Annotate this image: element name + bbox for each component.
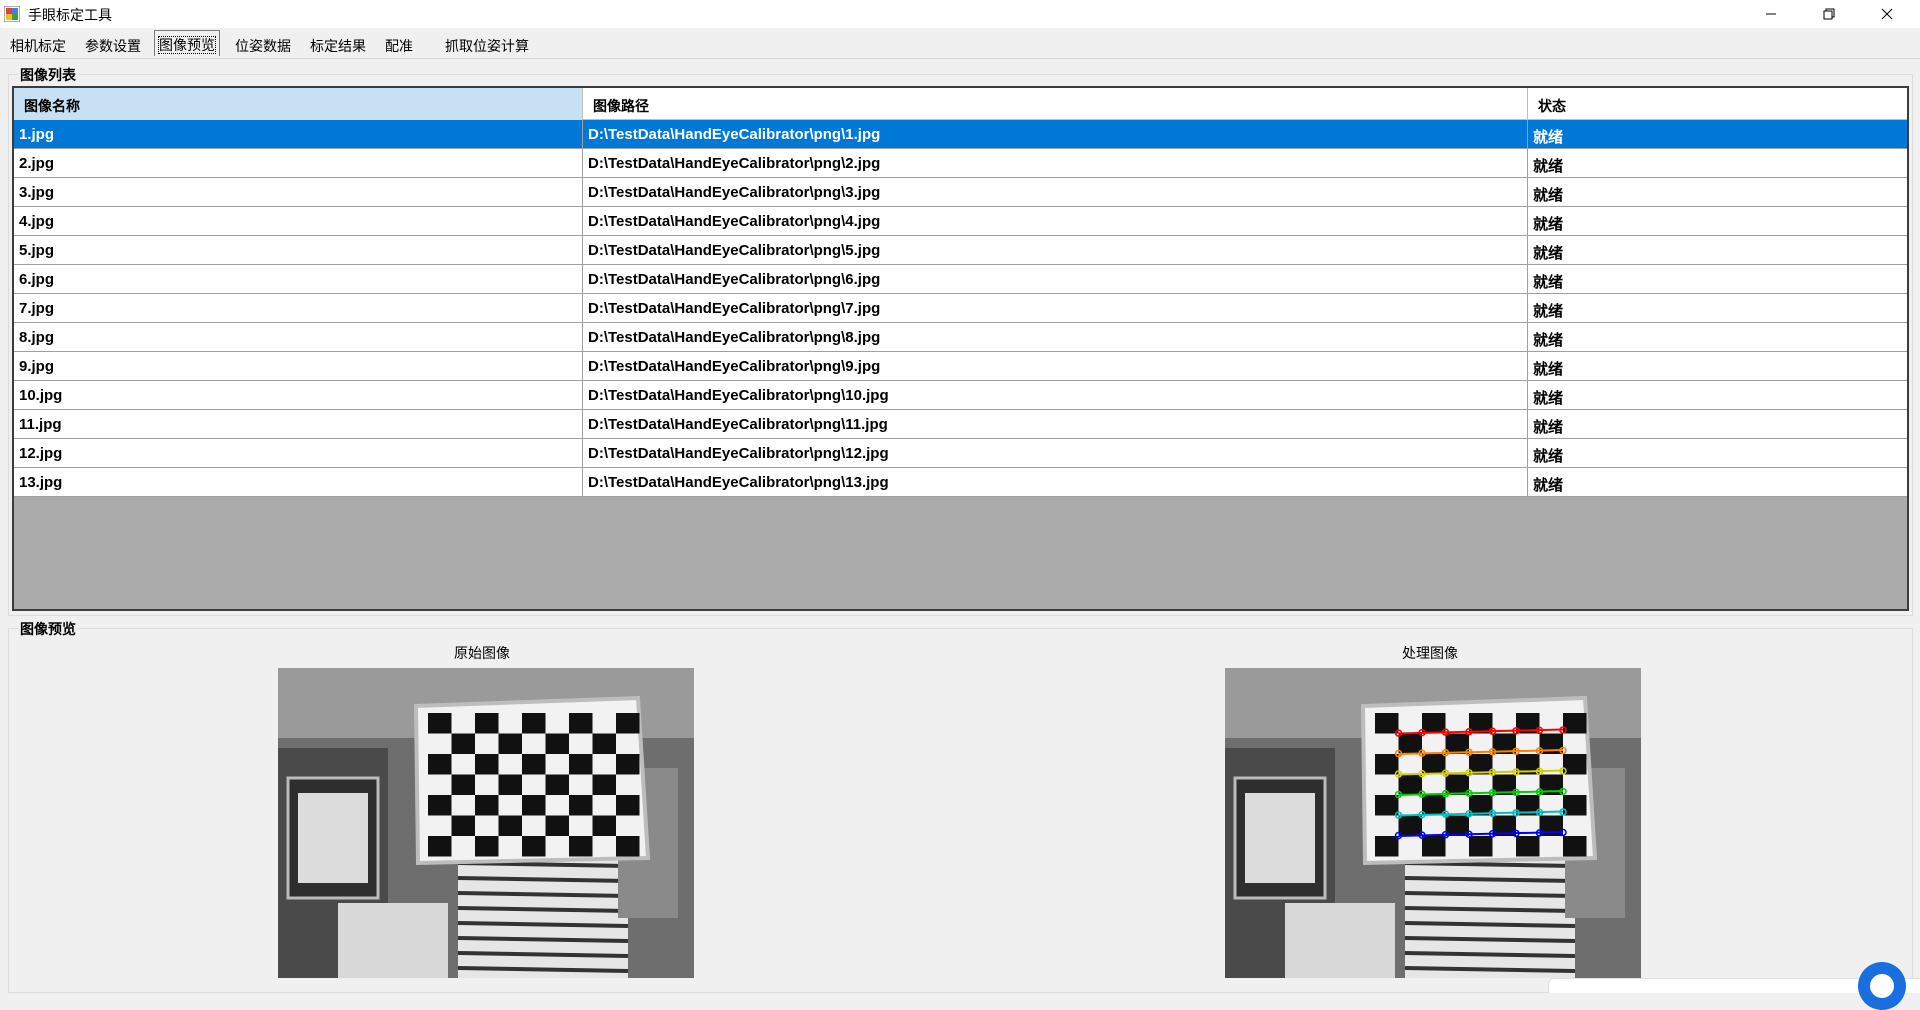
table-header: 图像名称 图像路径 状态 [14,88,1907,120]
original-image [278,668,694,978]
cell-image-path[interactable]: D:\TestData\HandEyeCalibrator\png\9.jpg [583,352,1528,380]
cell-status[interactable]: 就绪 [1528,439,1907,467]
cell-image-name[interactable]: 1.jpg [14,120,583,148]
cell-image-path[interactable]: D:\TestData\HandEyeCalibrator\png\3.jpg [583,178,1528,206]
cell-image-name[interactable]: 8.jpg [14,323,583,351]
table-row[interactable]: 3.jpg D:\TestData\HandEyeCalibrator\png\3… [14,178,1907,207]
close-icon [1881,8,1893,20]
tab-registration[interactable]: 配准 [381,32,417,56]
maximize-button[interactable] [1800,0,1858,28]
cell-status[interactable]: 就绪 [1528,410,1907,438]
table-row[interactable]: 4.jpg D:\TestData\HandEyeCalibrator\png\4… [14,207,1907,236]
table-row[interactable]: 5.jpg D:\TestData\HandEyeCalibrator\png\5… [14,236,1907,265]
cell-image-path[interactable]: D:\TestData\HandEyeCalibrator\png\8.jpg [583,323,1528,351]
column-header-name[interactable]: 图像名称 [14,88,583,120]
processed-image-label: 处理图像 [1402,645,1458,661]
main-window: 手眼标定工具 相机标定 参数设置 图像预览 位姿数据 标定结果 配准 抓取位姿计… [0,0,1920,1010]
close-button[interactable] [1858,0,1916,28]
cell-status[interactable]: 就绪 [1528,352,1907,380]
cell-status[interactable]: 就绪 [1528,468,1907,496]
window-title: 手眼标定工具 [28,7,112,23]
tab-calibration-result[interactable]: 标定结果 [306,32,370,56]
table-row[interactable]: 2.jpg D:\TestData\HandEyeCalibrator\png\2… [14,149,1907,178]
cell-image-name[interactable]: 10.jpg [14,381,583,409]
cell-image-path[interactable]: D:\TestData\HandEyeCalibrator\png\7.jpg [583,294,1528,322]
title-bar: 手眼标定工具 [0,0,1920,28]
restore-icon [1823,8,1835,20]
assistant-icon [1870,974,1894,998]
cell-image-name[interactable]: 5.jpg [14,236,583,264]
tab-parameter-settings[interactable]: 参数设置 [81,32,145,56]
tab-grasp-pose[interactable]: 抓取位姿计算 [441,32,533,56]
cell-status[interactable]: 就绪 [1528,120,1907,148]
cell-status[interactable]: 就绪 [1528,265,1907,293]
cell-image-path[interactable]: D:\TestData\HandEyeCalibrator\png\10.jpg [583,381,1528,409]
cell-image-path[interactable]: D:\TestData\HandEyeCalibrator\png\11.jpg [583,410,1528,438]
cell-status[interactable]: 就绪 [1528,178,1907,206]
image-list-title: 图像列表 [18,65,78,85]
original-image-label: 原始图像 [454,645,510,661]
table-row[interactable]: 1.jpg D:\TestData\HandEyeCalibrator\png\1… [14,120,1907,149]
column-header-path[interactable]: 图像路径 [583,88,1528,120]
cell-image-path[interactable]: D:\TestData\HandEyeCalibrator\png\6.jpg [583,265,1528,293]
table-row[interactable]: 8.jpg D:\TestData\HandEyeCalibrator\png\8… [14,323,1907,352]
minimize-button[interactable] [1742,0,1800,28]
table-row[interactable]: 11.jpg D:\TestData\HandEyeCalibrator\png\… [14,410,1907,439]
cell-status[interactable]: 就绪 [1528,381,1907,409]
cell-status[interactable]: 就绪 [1528,323,1907,351]
cell-image-name[interactable]: 7.jpg [14,294,583,322]
cell-image-name[interactable]: 9.jpg [14,352,583,380]
tab-image-preview[interactable]: 图像预览 [154,30,220,56]
cell-image-name[interactable]: 4.jpg [14,207,583,235]
table-row[interactable]: 6.jpg D:\TestData\HandEyeCalibrator\png\6… [14,265,1907,294]
table-row[interactable]: 13.jpg D:\TestData\HandEyeCalibrator\png\… [14,468,1907,497]
app-icon [3,5,21,23]
cell-image-path[interactable]: D:\TestData\HandEyeCalibrator\png\2.jpg [583,149,1528,177]
cell-image-path[interactable]: D:\TestData\HandEyeCalibrator\png\5.jpg [583,236,1528,264]
tab-pose-data[interactable]: 位姿数据 [231,32,295,56]
table-row[interactable]: 7.jpg D:\TestData\HandEyeCalibrator\png\7… [14,294,1907,323]
column-header-status[interactable]: 状态 [1528,88,1907,120]
table-row[interactable]: 10.jpg D:\TestData\HandEyeCalibrator\png\… [14,381,1907,410]
cell-status[interactable]: 就绪 [1528,236,1907,264]
cell-image-name[interactable]: 3.jpg [14,178,583,206]
cell-image-path[interactable]: D:\TestData\HandEyeCalibrator\png\13.jpg [583,468,1528,496]
cell-status[interactable]: 就绪 [1528,149,1907,177]
cell-image-name[interactable]: 11.jpg [14,410,583,438]
cell-image-name[interactable]: 12.jpg [14,439,583,467]
tab-strip: 相机标定 参数设置 图像预览 位姿数据 标定结果 配准 抓取位姿计算 [0,30,1920,58]
processed-image [1225,668,1641,978]
image-preview-title: 图像预览 [18,619,78,639]
minimize-icon [1766,13,1776,15]
table-row[interactable]: 12.jpg D:\TestData\HandEyeCalibrator\png\… [14,439,1907,468]
cell-status[interactable]: 就绪 [1528,207,1907,235]
cell-image-name[interactable]: 2.jpg [14,149,583,177]
cell-image-path[interactable]: D:\TestData\HandEyeCalibrator\png\12.jpg [583,439,1528,467]
cell-image-name[interactable]: 13.jpg [14,468,583,496]
tab-camera-calibration[interactable]: 相机标定 [6,32,70,56]
cell-image-path[interactable]: D:\TestData\HandEyeCalibrator\png\1.jpg [583,120,1528,148]
cell-image-name[interactable]: 6.jpg [14,265,583,293]
tab-divider [0,58,1920,59]
cell-image-path[interactable]: D:\TestData\HandEyeCalibrator\png\4.jpg [583,207,1528,235]
image-table[interactable]: 图像名称 图像路径 状态 1.jpg D:\TestData\HandEyeCal… [12,86,1909,611]
cell-status[interactable]: 就绪 [1528,294,1907,322]
table-row[interactable]: 9.jpg D:\TestData\HandEyeCalibrator\png\9… [14,352,1907,381]
